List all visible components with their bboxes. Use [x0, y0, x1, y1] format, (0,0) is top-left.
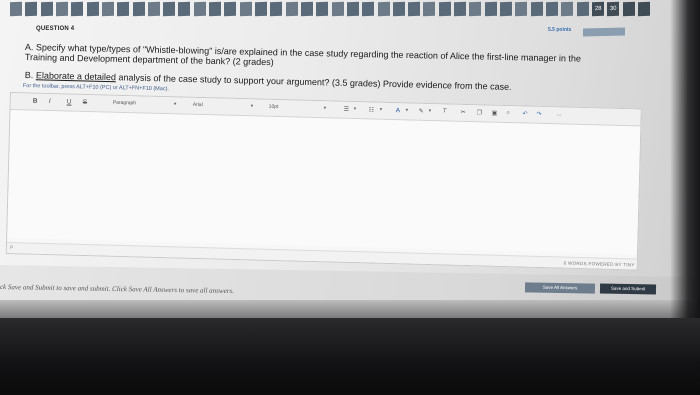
question-status-strip: 28 30	[0, 0, 651, 20]
question-status-cell[interactable]	[469, 1, 482, 17]
question-status-cell[interactable]	[270, 1, 283, 17]
question-status-cell[interactable]	[545, 1, 559, 17]
strikethrough-button[interactable]: S	[83, 99, 88, 106]
chevron-down-icon[interactable]: ▾	[324, 105, 327, 111]
question-status-cell[interactable]	[438, 1, 452, 17]
toolbar-hint: For the toolbar, press ALT+F10 (PC) or A…	[22, 83, 170, 93]
question-status-cell[interactable]	[101, 1, 115, 17]
question-status-cell[interactable]	[346, 1, 360, 17]
chevron-down-icon[interactable]: ▾	[251, 103, 254, 109]
question-status-cell[interactable]	[86, 1, 99, 17]
font-size-select[interactable]: 10pt	[269, 104, 279, 110]
question-status-cell[interactable]	[117, 1, 130, 17]
chevron-down-icon[interactable]: ▾	[354, 106, 357, 112]
find-icon[interactable]: ⌕	[507, 110, 511, 117]
browser-screen: 28 30 QUESTION 4 5.5 points A. Specify wh…	[0, 0, 700, 318]
bezel-right	[670, 0, 700, 318]
answer-text-area[interactable]	[7, 110, 641, 255]
question-status-cell[interactable]	[71, 1, 84, 17]
question-label: QUESTION 4	[36, 26, 75, 32]
question-status-cell[interactable]	[255, 1, 268, 17]
question-status-cell[interactable]	[300, 1, 314, 17]
question-status-cell[interactable]	[576, 1, 589, 17]
question-status-cell[interactable]	[362, 1, 375, 17]
question-text-line-3-suffix: analysis of the case study to support yo…	[115, 72, 512, 92]
question-text-line-3-underlined: Elaborate a detailed	[35, 70, 117, 83]
question-status-cell[interactable]	[454, 1, 467, 17]
chevron-down-icon[interactable]: ▾	[174, 101, 177, 107]
redo-icon[interactable]: ↷	[537, 111, 542, 118]
question-status-number: 30	[610, 5, 617, 13]
highlight-color-icon[interactable]: ✎	[419, 108, 424, 115]
question-status-cell[interactable]	[147, 1, 161, 17]
underline-button[interactable]: U	[67, 98, 72, 105]
word-count: 0 WORDS POWERED BY TINY	[563, 260, 635, 268]
chevron-down-icon[interactable]: ▾	[406, 107, 409, 113]
question-saved-badge	[583, 27, 625, 37]
question-status-cell[interactable]	[40, 1, 53, 17]
cut-icon[interactable]: ✂	[461, 109, 466, 116]
clear-formatting-icon[interactable]: T	[443, 108, 447, 114]
laptop-bezel	[0, 318, 700, 395]
chevron-down-icon[interactable]: ▾	[429, 108, 432, 114]
chevron-down-icon[interactable]: ▾	[380, 107, 383, 113]
question-status-cell[interactable]	[25, 1, 38, 17]
question-text-line-3-prefix: B.	[24, 70, 37, 81]
question-status-cell[interactable]	[392, 1, 406, 17]
question-status-cell[interactable]	[423, 1, 436, 17]
question-status-cell[interactable]	[132, 1, 145, 17]
more-options-button[interactable]: ...	[557, 111, 562, 117]
screen-bottom-edge	[0, 300, 700, 318]
question-status-cell[interactable]	[10, 1, 23, 17]
question-status-cell[interactable]	[316, 1, 329, 17]
question-status-cell[interactable]	[530, 1, 543, 17]
question-status-cell[interactable]	[484, 1, 497, 17]
answer-editor: B I U S Paragraph ▾ Arial ▾ 10pt ▾ ☰ ▾ ☷…	[5, 92, 642, 271]
question-status-cell[interactable]: 28	[591, 1, 605, 17]
question-status-cell[interactable]	[377, 1, 390, 17]
question-status-cell[interactable]	[622, 1, 635, 17]
question-status-cell[interactable]	[55, 1, 69, 17]
font-select[interactable]: Arial	[193, 102, 203, 108]
question-status-cell[interactable]	[637, 1, 651, 17]
question-status-cell[interactable]	[515, 1, 528, 17]
question-points: 5.5 points	[548, 27, 572, 33]
question-status-cell[interactable]	[224, 1, 237, 17]
bullet-list-icon[interactable]: ☰	[344, 106, 350, 113]
question-status-cell[interactable]	[178, 1, 191, 17]
bold-button[interactable]: B	[33, 98, 38, 105]
italic-button[interactable]: I	[49, 98, 51, 105]
question-status-cell[interactable]	[239, 1, 252, 17]
paste-icon[interactable]: ▣	[492, 110, 498, 117]
save-all-answers-button[interactable]: Save All Answers	[524, 282, 596, 294]
question-status-number: 28	[594, 5, 602, 13]
question-status-cell[interactable]	[285, 1, 298, 17]
question-status-cell[interactable]	[163, 1, 176, 17]
question-status-cell[interactable]	[331, 1, 344, 17]
question-status-cell[interactable]	[209, 1, 222, 17]
element-path: P	[9, 245, 14, 252]
question-status-cell[interactable]	[193, 1, 207, 17]
text-color-icon[interactable]: A	[396, 107, 401, 114]
copy-icon[interactable]: ❐	[477, 109, 483, 116]
save-and-submit-button[interactable]: Save and Submit	[599, 283, 657, 295]
question-status-cell[interactable]	[500, 1, 513, 17]
numbered-list-icon[interactable]: ☷	[369, 106, 375, 113]
question-status-cell[interactable]	[561, 1, 574, 17]
question-status-cell[interactable]: 30	[607, 1, 620, 17]
question-status-cell[interactable]	[408, 1, 421, 17]
paragraph-select[interactable]: Paragraph	[113, 100, 137, 107]
undo-icon[interactable]: ↶	[523, 110, 528, 117]
